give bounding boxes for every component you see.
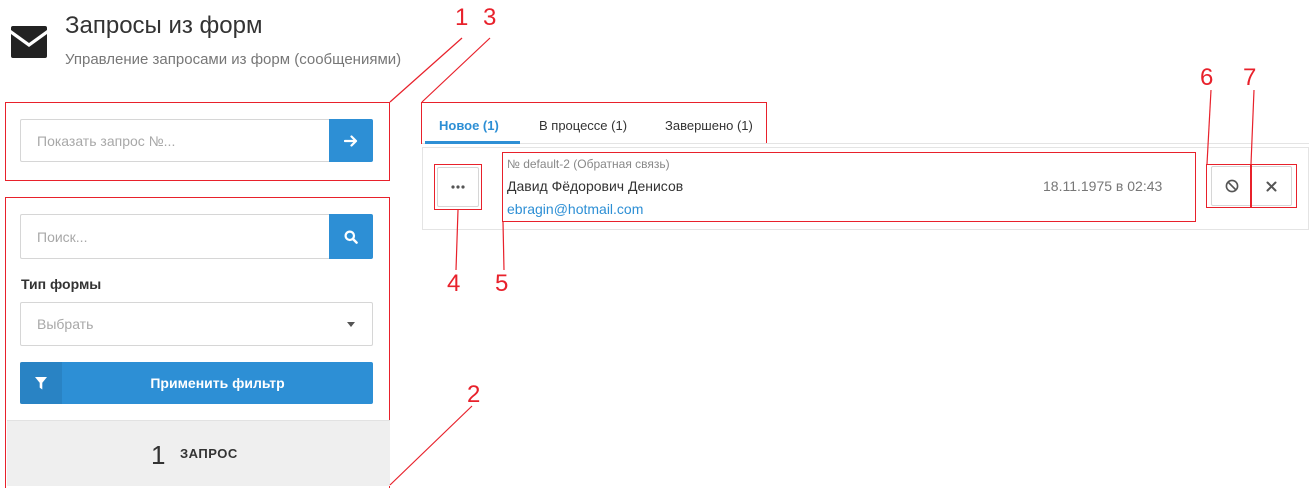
annotation-number-1: 1 — [455, 4, 469, 31]
annotation-leader-lines — [389, 37, 1255, 486]
annotation-number-7: 7 — [1243, 64, 1257, 91]
annotation-number-4: 4 — [447, 270, 461, 297]
annotation-number-5: 5 — [495, 270, 509, 297]
annotation-number-2: 2 — [467, 381, 481, 408]
annotation-number-3: 3 — [483, 4, 497, 31]
annotation-number-6: 6 — [1200, 64, 1214, 91]
